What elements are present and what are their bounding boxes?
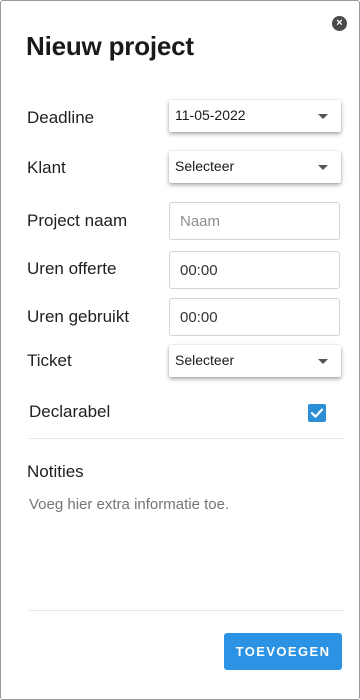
notes-textarea[interactable] [29, 496, 339, 564]
notes-divider [29, 610, 345, 611]
uren-gebruikt-label: Uren gebruikt [27, 307, 130, 326]
add-button[interactable]: TOEVOEGEN [224, 633, 342, 670]
close-icon[interactable]: × [332, 16, 347, 31]
declarabel-label: Declarabel [29, 402, 111, 421]
chevron-down-icon [318, 165, 328, 170]
ticket-select[interactable]: Selecteer [169, 345, 341, 377]
section-divider [29, 438, 345, 439]
dialog-title: Nieuw project [26, 31, 194, 61]
uren-offerte-label: Uren offerte [27, 259, 117, 278]
declarabel-checkbox[interactable] [308, 404, 326, 422]
notes-title: Notities [27, 462, 84, 481]
chevron-down-icon [318, 359, 328, 364]
ticket-value: Selecteer [175, 352, 235, 368]
deadline-value: 11-05-2022 [175, 107, 246, 123]
project-naam-input[interactable] [169, 202, 340, 240]
deadline-select[interactable]: 11-05-2022 [169, 100, 341, 132]
uren-offerte-input[interactable] [169, 251, 340, 289]
uren-gebruikt-input[interactable] [169, 298, 340, 336]
deadline-label: Deadline [27, 108, 95, 127]
klant-value: Selecteer [175, 158, 235, 174]
klant-select[interactable]: Selecteer [169, 151, 341, 183]
klant-label: Klant [27, 158, 66, 177]
new-project-dialog: × Nieuw project Deadline 11-05-2022 Klan… [0, 0, 360, 700]
ticket-label: Ticket [27, 351, 72, 370]
project-naam-label: Project naam [27, 211, 128, 230]
chevron-down-icon [318, 114, 328, 119]
checkmark-icon [310, 408, 324, 418]
